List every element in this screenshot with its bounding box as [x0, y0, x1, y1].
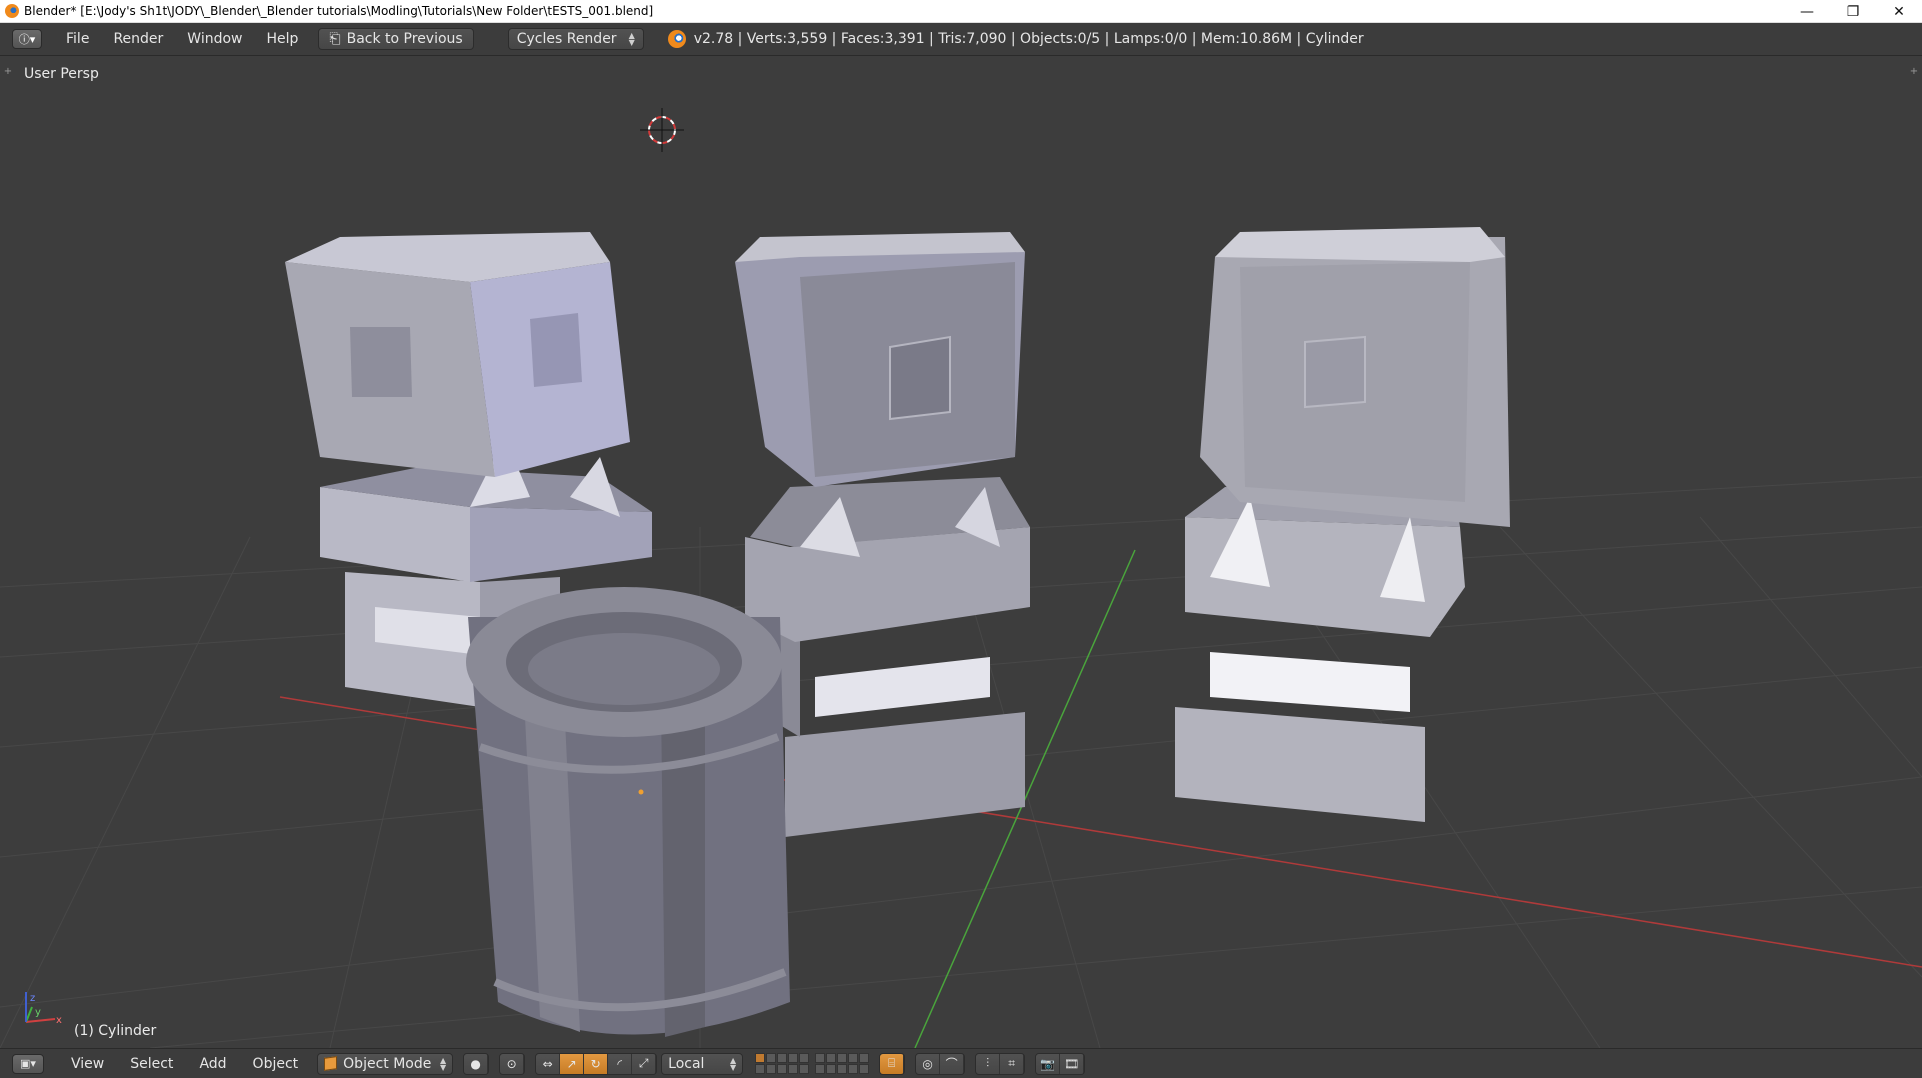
window-controls: — ❐ ✕ — [1784, 0, 1922, 23]
menu-window[interactable]: Window — [175, 31, 254, 47]
snap-target-icon[interactable]: ⌗ — [1000, 1053, 1025, 1074]
transform-orientation-value: Local — [668, 1055, 705, 1072]
manipulator-toggle-icon[interactable]: ⇔ — [536, 1053, 561, 1074]
menu-render[interactable]: Render — [101, 31, 175, 47]
area-split-corner-icon[interactable]: + — [1908, 66, 1920, 78]
pillar-object-right[interactable] — [1175, 227, 1510, 822]
close-button[interactable]: ✕ — [1876, 0, 1922, 23]
interaction-mode-value: Object Mode — [343, 1055, 432, 1072]
falloff-icon[interactable]: ⌒ — [940, 1053, 965, 1074]
blender-app-icon — [5, 4, 19, 18]
info-header: ⓘ▾ File Render Window Help ⎗ Back to Pre… — [0, 23, 1922, 56]
view-perspective-label: User Persp — [24, 66, 99, 82]
3d-view-header: ▣▾ View Select Add Object Object Mode ▲ ▼… — [0, 1048, 1922, 1078]
editor-type-button[interactable]: ▣▾ — [12, 1053, 44, 1074]
gizmo-y-label: y — [35, 1007, 41, 1018]
layer-lock-group: ⌸ — [879, 1052, 906, 1075]
render-engine-select[interactable]: Cycles Render ▲ ▼ — [507, 28, 644, 50]
render-group: 📷 🎞 — [1035, 1052, 1086, 1075]
menu-object[interactable]: Object — [240, 1056, 312, 1072]
back-screen-icon: ⎗ — [329, 31, 341, 47]
layer-buttons-b[interactable] — [815, 1053, 870, 1074]
cylinder-object[interactable] — [466, 587, 790, 1037]
render-engine-value: Cycles Render — [516, 31, 617, 47]
blender-logo-icon — [667, 30, 686, 48]
transform-orientation-select[interactable]: Local ▲ ▼ — [661, 1052, 744, 1075]
viewport-scene — [0, 108, 1922, 1048]
gizmo-z-label: z — [30, 993, 36, 1004]
viewport-shading-solid-icon[interactable]: ● — [464, 1053, 489, 1074]
menu-file[interactable]: File — [54, 31, 101, 47]
menu-select[interactable]: Select — [117, 1056, 186, 1072]
window-titlebar: Blender* [E:\Jody's Sh1t\JODY\_Blender\_… — [0, 0, 1922, 23]
3d-viewport[interactable]: + + User Persp (1) Cylinder z y x — [0, 57, 1922, 1048]
pivot-group: ⊙ — [499, 1052, 526, 1075]
dropdown-arrows-icon: ▲ ▼ — [628, 31, 635, 47]
proportional-group: ◎ ⌒ — [915, 1052, 966, 1075]
rotate-manipulator-icon[interactable]: ↻ — [584, 1053, 609, 1074]
window-title: Blender* [E:\Jody's Sh1t\JODY\_Blender\_… — [24, 4, 654, 18]
back-to-previous-label: Back to Previous — [346, 31, 463, 47]
opengl-render-icon[interactable]: 📷 — [1036, 1053, 1061, 1074]
layer-buttons-a[interactable] — [755, 1053, 810, 1074]
menu-view[interactable]: View — [58, 1056, 117, 1072]
minimize-button[interactable]: — — [1784, 0, 1830, 23]
active-object-label: (1) Cylinder — [74, 1023, 157, 1039]
translate-manipulator-icon[interactable]: ↗ — [560, 1053, 585, 1074]
scene-stats: v2.78 | Verts:3,559 | Faces:3,391 | Tris… — [693, 31, 1364, 47]
restore-button[interactable]: ❐ — [1830, 0, 1876, 23]
menu-add[interactable]: Add — [186, 1056, 239, 1072]
manipulator-group: ⇔ ↗ ↻ ◜ ⤢ — [535, 1052, 658, 1075]
dropdown-arrows-icon: ▲ ▼ — [730, 1055, 737, 1072]
info-editor-type-button[interactable]: ⓘ▾ — [12, 29, 42, 49]
snap-group: ⫶ ⌗ — [975, 1052, 1026, 1075]
interaction-mode-select[interactable]: Object Mode ▲ ▼ — [317, 1052, 454, 1075]
gizmo-x-label: x — [56, 1015, 62, 1026]
object-mode-cube-icon — [324, 1056, 338, 1071]
opengl-animation-icon[interactable]: 🎞 — [1060, 1053, 1085, 1074]
scene-layers — [755, 1053, 870, 1074]
back-to-previous-button[interactable]: ⎗ Back to Previous — [318, 28, 474, 50]
dropdown-arrows-icon: ▲ ▼ — [440, 1055, 447, 1072]
area-split-corner-icon[interactable]: + — [2, 66, 14, 78]
3d-cursor-icon[interactable] — [640, 108, 684, 152]
snap-element-icon[interactable]: ⫶ — [976, 1053, 1001, 1074]
scale-manipulator-icon[interactable]: ◜ — [608, 1053, 633, 1074]
scale-arrow-icon[interactable]: ⤢ — [632, 1053, 657, 1074]
pivot-point-icon[interactable]: ⊙ — [500, 1053, 525, 1074]
proportional-editing-icon[interactable]: ◎ — [916, 1053, 941, 1074]
menu-help[interactable]: Help — [254, 31, 310, 47]
shading-group: ● — [463, 1052, 490, 1075]
object-origin-point — [638, 789, 644, 795]
lock-layers-icon[interactable]: ⌸ — [880, 1053, 905, 1074]
